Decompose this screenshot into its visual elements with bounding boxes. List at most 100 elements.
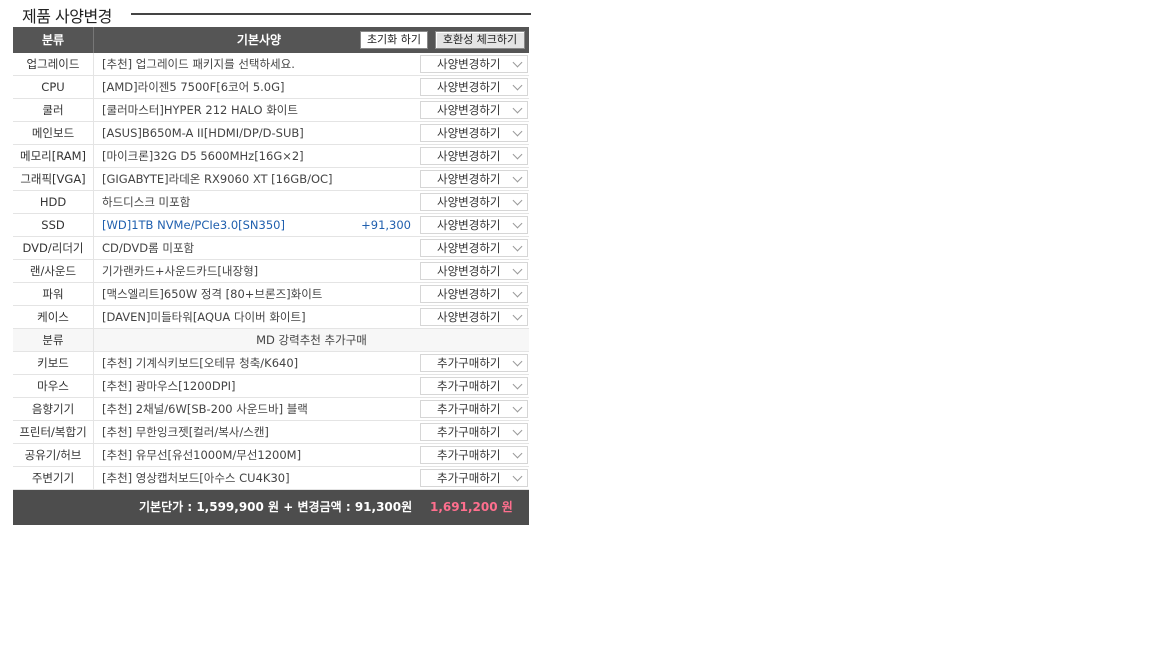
option-select-label: 사양변경하기 bbox=[437, 310, 501, 324]
chevron-down-icon bbox=[512, 218, 523, 229]
option-select-label: 사양변경하기 bbox=[437, 172, 501, 186]
option-select-label: 추가구매하기 bbox=[437, 471, 501, 485]
chevron-down-icon bbox=[512, 126, 523, 137]
part-row: 메인보드 [ASUS]B650M-A II[HDMI/DP/D-SUB] 사양변경하… bbox=[13, 122, 529, 145]
addon-row: 주변기기 [추천] 영상캡처보드[아수스 CU4K30] 추가구매하기 bbox=[13, 467, 529, 490]
part-row: 그래픽[VGA] [GIGABYTE]라데온 RX9060 XT [16GB/OC… bbox=[13, 168, 529, 191]
option-select-label: 사양변경하기 bbox=[437, 80, 501, 94]
part-row: 케이스 [DAVEN]미들타워[AQUA 다이버 화이트] 사양변경하기 bbox=[13, 306, 529, 329]
title-divider bbox=[131, 13, 531, 15]
part-row: SSD [WD]1TB NVMe/PCIe3.0[SN350] +91,300 사양변… bbox=[13, 214, 529, 237]
chevron-down-icon bbox=[512, 195, 523, 206]
option-select[interactable]: 사양변경하기 bbox=[420, 239, 528, 257]
part-spec: [맥스엘리트]650W 정격 [80+브론즈]화이트 bbox=[102, 287, 323, 301]
part-category: HDD bbox=[13, 191, 94, 213]
option-select[interactable]: 사양변경하기 bbox=[420, 124, 528, 142]
part-row: 업그레이드 [추천] 업그레이드 패키지를 선택하세요. 사양변경하기 bbox=[13, 53, 529, 76]
option-select-label: 사양변경하기 bbox=[437, 126, 501, 140]
part-category: 케이스 bbox=[13, 306, 94, 328]
part-row: 메모리[RAM] [마이크론]32G D5 5600MHz[16G×2] 사양변경하… bbox=[13, 145, 529, 168]
option-select[interactable]: 추가구매하기 bbox=[420, 423, 528, 441]
part-spec: 기가랜카드+사운드카드[내장형] bbox=[102, 264, 259, 278]
option-select[interactable]: 사양변경하기 bbox=[420, 147, 528, 165]
addon-category: 프린터/복합기 bbox=[13, 421, 94, 443]
option-select-label: 사양변경하기 bbox=[437, 218, 501, 232]
part-category: 랜/사운드 bbox=[13, 260, 94, 282]
addon-category: 키보드 bbox=[13, 352, 94, 374]
chevron-down-icon bbox=[512, 241, 523, 252]
chevron-down-icon bbox=[512, 80, 523, 91]
option-select-label: 사양변경하기 bbox=[437, 195, 501, 209]
md-section-row: 분류 MD 강력추천 추가구매 bbox=[13, 329, 529, 352]
total-price: 1,691,200 원 bbox=[430, 500, 513, 514]
part-category: 메모리[RAM] bbox=[13, 145, 94, 167]
chevron-down-icon bbox=[512, 448, 523, 459]
price-summary: 기본단가 : 1,599,900 원 + 변경금액 : 91,300원 1,69… bbox=[13, 490, 529, 525]
option-select[interactable]: 사양변경하기 bbox=[420, 78, 528, 96]
part-spec: [ASUS]B650M-A II[HDMI/DP/D-SUB] bbox=[102, 126, 304, 140]
option-select[interactable]: 사양변경하기 bbox=[420, 216, 528, 234]
option-select[interactable]: 사양변경하기 bbox=[420, 170, 528, 188]
addon-category: 공유기/허브 bbox=[13, 444, 94, 466]
option-select[interactable]: 추가구매하기 bbox=[420, 400, 528, 418]
addon-row: 음향기기 [추천] 2채널/6W[SB-200 사운드바] 블랙 추가구매하기 bbox=[13, 398, 529, 421]
chevron-down-icon bbox=[512, 425, 523, 436]
addon-spec: [추천] 기계식키보드[오테뮤 청축/K640] bbox=[102, 356, 299, 370]
option-select[interactable]: 추가구매하기 bbox=[420, 446, 528, 464]
md-section-title: MD 강력추천 추가구매 bbox=[256, 333, 367, 347]
spec-change-panel: 제품 사양변경 분류 기본사양 초기화 하기 호환성 체크하기 업그레이드 [추천… bbox=[13, 0, 531, 525]
option-select-label: 추가구매하기 bbox=[437, 356, 501, 370]
part-spec: [추천] 업그레이드 패키지를 선택하세요. bbox=[102, 57, 295, 71]
part-category: 업그레이드 bbox=[13, 53, 94, 75]
part-row: DVD/리더기 CD/DVD롬 미포함 사양변경하기 bbox=[13, 237, 529, 260]
option-select[interactable]: 사양변경하기 bbox=[420, 55, 528, 73]
chevron-down-icon bbox=[512, 471, 523, 482]
chevron-down-icon bbox=[512, 264, 523, 275]
part-category: SSD bbox=[13, 214, 94, 236]
option-select-label: 사양변경하기 bbox=[437, 103, 501, 117]
part-category: 메인보드 bbox=[13, 122, 94, 144]
part-category: DVD/리더기 bbox=[13, 237, 94, 259]
option-select[interactable]: 사양변경하기 bbox=[420, 193, 528, 211]
addon-spec: [추천] 2채널/6W[SB-200 사운드바] 블랙 bbox=[102, 402, 308, 416]
part-spec: [쿨러마스터]HYPER 212 HALO 화이트 bbox=[102, 103, 298, 117]
reset-button[interactable]: 초기화 하기 bbox=[360, 31, 428, 49]
option-select-label: 추가구매하기 bbox=[437, 402, 501, 416]
part-spec: CD/DVD롬 미포함 bbox=[102, 241, 195, 255]
option-select[interactable]: 사양변경하기 bbox=[420, 262, 528, 280]
compat-check-button[interactable]: 호환성 체크하기 bbox=[435, 31, 525, 49]
chevron-down-icon bbox=[512, 402, 523, 413]
addon-row: 키보드 [추천] 기계식키보드[오테뮤 청축/K640] 추가구매하기 bbox=[13, 352, 529, 375]
addon-spec: [추천] 영상캡처보드[아수스 CU4K30] bbox=[102, 471, 290, 485]
header-category: 분류 bbox=[13, 27, 94, 53]
addon-category: 주변기기 bbox=[13, 467, 94, 489]
option-select[interactable]: 사양변경하기 bbox=[420, 308, 528, 326]
chevron-down-icon bbox=[512, 172, 523, 183]
part-spec: [AMD]라이젠5 7500F[6코어 5.0G] bbox=[102, 80, 285, 94]
part-row: CPU [AMD]라이젠5 7500F[6코어 5.0G] 사양변경하기 bbox=[13, 76, 529, 99]
chevron-down-icon bbox=[512, 379, 523, 390]
option-select[interactable]: 추가구매하기 bbox=[420, 469, 528, 487]
option-select[interactable]: 추가구매하기 bbox=[420, 377, 528, 395]
option-select-label: 사양변경하기 bbox=[437, 264, 501, 278]
option-select[interactable]: 사양변경하기 bbox=[420, 285, 528, 303]
option-select-label: 사양변경하기 bbox=[437, 57, 501, 71]
part-category: 쿨러 bbox=[13, 99, 94, 121]
part-row: 파워 [맥스엘리트]650W 정격 [80+브론즈]화이트 사양변경하기 bbox=[13, 283, 529, 306]
option-select-label: 추가구매하기 bbox=[437, 425, 501, 439]
option-select[interactable]: 추가구매하기 bbox=[420, 354, 528, 372]
addon-category: 음향기기 bbox=[13, 398, 94, 420]
part-category: 파워 bbox=[13, 283, 94, 305]
chevron-down-icon bbox=[512, 287, 523, 298]
chevron-down-icon bbox=[512, 356, 523, 367]
addon-row: 프린터/복합기 [추천] 무한잉크젯[컬러/복사/스캔] 추가구매하기 bbox=[13, 421, 529, 444]
base-price-text: 기본단가 : 1,599,900 원 + 변경금액 : 91,300원 bbox=[139, 500, 413, 514]
part-row: 쿨러 [쿨러마스터]HYPER 212 HALO 화이트 사양변경하기 bbox=[13, 99, 529, 122]
chevron-down-icon bbox=[512, 310, 523, 321]
part-spec: [마이크론]32G D5 5600MHz[16G×2] bbox=[102, 149, 304, 163]
part-row: HDD 하드디스크 미포함 사양변경하기 bbox=[13, 191, 529, 214]
option-select-label: 추가구매하기 bbox=[437, 448, 501, 462]
chevron-down-icon bbox=[512, 149, 523, 160]
option-select[interactable]: 사양변경하기 bbox=[420, 101, 528, 119]
md-section-category: 분류 bbox=[13, 329, 94, 351]
